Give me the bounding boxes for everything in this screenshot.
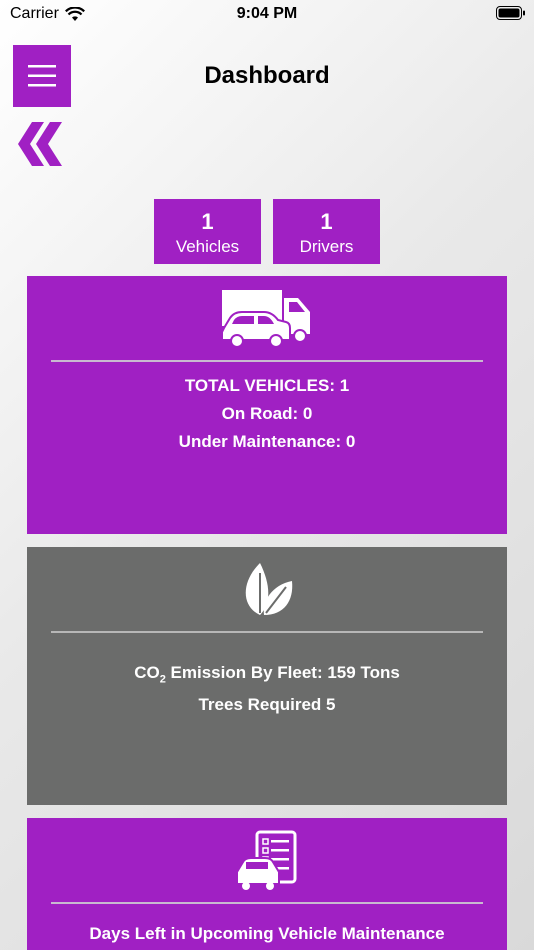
leaf-icon [245,563,293,615]
divider [51,360,483,362]
on-road: On Road: 0 [221,404,313,423]
under-maintenance: Under Maintenance: 0 [178,432,356,451]
maintenance-title: Days Left in Upcoming Vehicle Maintenanc… [89,924,445,943]
maintenance-checklist-icon [236,830,297,890]
trees-required: Trees Required 5 [198,695,336,714]
status-time: 9:04 PM [236,5,298,22]
back-button[interactable] [16,120,66,170]
drivers-label: Drivers [299,237,354,256]
vehicles-card[interactable]: TOTAL VEHICLES: 1 On Road: 0 Under Maint… [27,276,507,534]
drivers-count: 1 [320,209,333,234]
vehicles-stat[interactable]: 1 Vehicles [154,199,261,264]
status-bar: Carrier 9:04 PM [0,0,534,28]
co2-emission: CO2 Emission By Fleet: 159 Tons [134,663,400,686]
maintenance-card[interactable]: Days Left in Upcoming Vehicle Maintenanc… [27,818,507,950]
double-chevron-left-icon [18,122,62,166]
divider [51,902,483,904]
divider [51,631,483,633]
page-title: Dashboard [204,62,330,89]
total-vehicles: TOTAL VEHICLES: 1 [184,376,350,395]
vehicles-count: 1 [201,209,214,234]
emission-card[interactable]: CO2 Emission By Fleet: 159 Tons Trees Re… [27,547,507,805]
battery-icon [496,6,525,20]
vehicles-label: Vehicles [175,237,240,256]
vehicles-icon [221,290,310,348]
drivers-stat[interactable]: 1 Drivers [273,199,380,264]
